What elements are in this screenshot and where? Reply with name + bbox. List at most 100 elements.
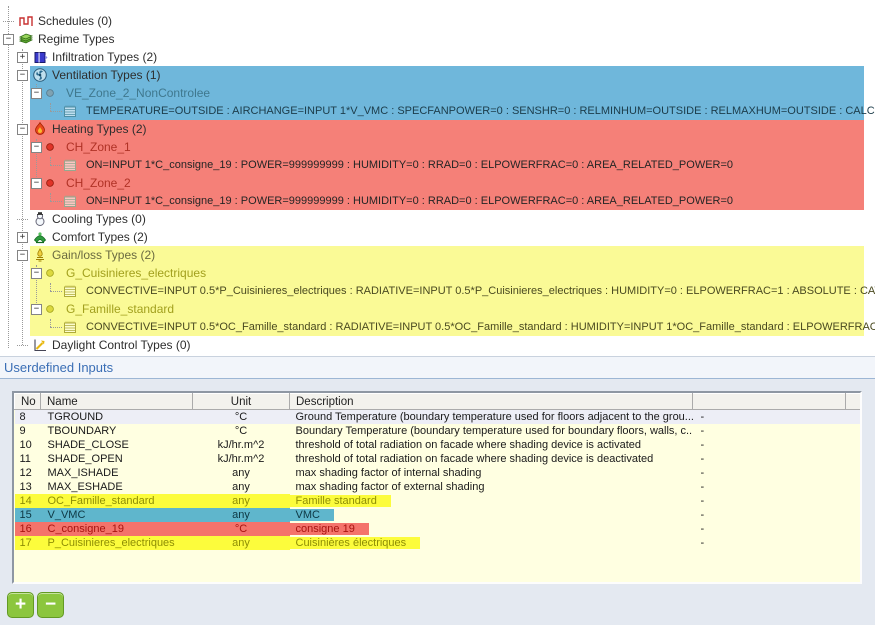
input-value: - [693,508,846,522]
row-number: 17 [15,536,41,550]
column-header-blank[interactable] [693,394,846,410]
collapse-box-icon[interactable]: − [31,178,42,189]
tree-item[interactable]: −Heating Types (2) [0,120,875,138]
tree-item[interactable]: −G_Cuisinieres_electriques [0,264,875,282]
input-unit: any [193,480,290,494]
input-row-TGROUND[interactable]: 8TGROUND°CGround Temperature (boundary t… [15,410,863,425]
tree-connector-stub [3,21,14,22]
description-text: Boundary Temperature (boundary temperatu… [290,425,693,437]
input-unit: °C [193,522,290,536]
tree-item[interactable]: ON=INPUT 1*C_consigne_19 : POWER=9999999… [0,156,875,174]
row-number: 9 [15,424,41,438]
row-number: 14 [15,494,41,508]
tree-item[interactable]: − Ventilation Types (1) [0,66,875,84]
tree-item[interactable]: ON=INPUT 1*C_consigne_19 : POWER=9999999… [0,192,875,210]
remove-input-button[interactable]: − [37,592,64,618]
row-number: 16 [15,522,41,536]
input-unit: any [193,536,290,550]
sheet-icon [62,193,78,209]
tree-item[interactable]: CONVECTIVE=INPUT 0.5*P_Cuisinieres_elect… [0,282,875,300]
dot-red-icon [44,177,56,189]
input-row-MAX_ISHADE[interactable]: 12MAX_ISHADEanymax shading factor of int… [15,466,863,480]
collapse-box-icon[interactable]: − [17,124,28,135]
tree-connector-stub [50,201,62,202]
input-value: - [693,424,846,438]
heating-icon [32,121,48,137]
input-description: threshold of total radiation on facade w… [290,452,693,466]
tree-item[interactable]: Cooling Types (0) [0,210,875,228]
description-text: consigne 19 [290,523,369,535]
userdefined-inputs-table: NoNameUnitDescription 8TGROUND°CGround T… [14,393,862,550]
tree-item[interactable]: −Gain/loss Types (2) [0,246,875,264]
input-description: Cuisinières électriques [290,536,693,550]
input-row-P_Cuisinieres_electriques[interactable]: 17P_Cuisinieres_electriquesanyCuisinière… [15,536,863,550]
collapse-box-icon[interactable]: − [3,34,14,45]
row-number: 8 [15,410,41,425]
input-row-MAX_ESHADE[interactable]: 13MAX_ESHADEanymax shading factor of ext… [15,480,863,494]
row-end-cell [846,466,863,480]
section-title: Userdefined Inputs [4,360,113,375]
row-end-cell [846,536,863,550]
input-name: OC_Famille_standard [41,494,193,508]
tree-item[interactable]: +Comfort Types (2) [0,228,875,246]
collapse-box-icon[interactable]: − [31,268,42,279]
input-description: Ground Temperature (boundary temperature… [290,410,693,425]
column-header-name[interactable]: Name [41,394,193,410]
tree-item[interactable]: − Regime Types [0,30,875,48]
input-row-C_consigne_19[interactable]: 16C_consigne_19°Cconsigne 19- [15,522,863,536]
input-row-SHADE_CLOSE[interactable]: 10SHADE_CLOSEkJ/hr.m^2threshold of total… [15,438,863,452]
input-row-OC_Famille_standard[interactable]: 14OC_Famille_standardanyFamille standard… [15,494,863,508]
input-value: - [693,466,846,480]
tree-item[interactable]: CONVECTIVE=INPUT 0.5*OC_Famille_standard… [0,318,875,336]
tree-item[interactable]: − G_Famille_standard [0,300,875,318]
tree-item[interactable]: + Infiltration Types (2) [0,48,875,66]
collapse-box-icon[interactable]: − [17,250,28,261]
tree-item-label: Daylight Control Types (0) [52,338,191,352]
tree-item-label: Ventilation Types (1) [52,68,161,82]
tree-item-label: Infiltration Types (2) [52,50,157,64]
input-row-SHADE_OPEN[interactable]: 11SHADE_OPENkJ/hr.m^2threshold of total … [15,452,863,466]
expand-box-icon[interactable]: + [17,232,28,243]
column-header-description[interactable]: Description [290,394,693,410]
row-number: 10 [15,438,41,452]
input-description: Famille standard [290,494,693,508]
application-window: Schedules (0) − Regime Types + Infiltration … [0,0,875,625]
input-value: - [693,410,846,425]
tree-item[interactable]: TEMPERATURE=OUTSIDE : AIRCHANGE=INPUT 1*… [0,102,875,120]
input-description: threshold of total radiation on facade w… [290,438,693,452]
tree-item-label: Regime Types [38,32,114,46]
tree-item[interactable]: Daylight Control Types (0) [0,336,875,354]
tree-item[interactable]: −CH_Zone_2 [0,174,875,192]
input-unit: °C [193,410,290,425]
input-name: SHADE_CLOSE [41,438,193,452]
column-header-unit[interactable]: Unit [193,394,290,410]
table-header-row: NoNameUnitDescription [15,394,863,410]
sheet-icon [62,103,78,119]
input-name: V_VMC [41,508,193,522]
tree-item-label: TEMPERATURE=OUTSIDE : AIRCHANGE=INPUT 1*… [86,105,875,117]
row-end-cell [846,438,863,452]
collapse-box-icon[interactable]: − [17,70,28,81]
dot-blue-icon [44,87,56,99]
input-row-V_VMC[interactable]: 15V_VMCanyVMC- [15,508,863,522]
column-header-blank[interactable] [846,394,863,410]
input-name: SHADE_OPEN [41,452,193,466]
input-value: - [693,536,846,550]
row-end-cell [846,424,863,438]
column-header-no[interactable]: No [15,394,41,410]
input-unit: any [193,494,290,508]
tree-item[interactable]: −VE_Zone_2_NonControlee [0,84,875,102]
collapse-box-icon[interactable]: − [31,88,42,99]
add-input-button[interactable]: + [7,592,34,618]
expand-box-icon[interactable]: + [17,52,28,63]
collapse-box-icon[interactable]: − [31,142,42,153]
input-row-TBOUNDARY[interactable]: 9TBOUNDARY°CBoundary Temperature (bounda… [15,424,863,438]
tree-item[interactable]: Schedules (0) [0,12,875,30]
input-name: MAX_ESHADE [41,480,193,494]
row-number: 15 [15,508,41,522]
input-unit: kJ/hr.m^2 [193,452,290,466]
tree-item[interactable]: −CH_Zone_1 [0,138,875,156]
tree-item-label: G_Famille_standard [66,302,174,316]
collapse-box-icon[interactable]: − [31,304,42,315]
row-end-cell [846,410,863,425]
